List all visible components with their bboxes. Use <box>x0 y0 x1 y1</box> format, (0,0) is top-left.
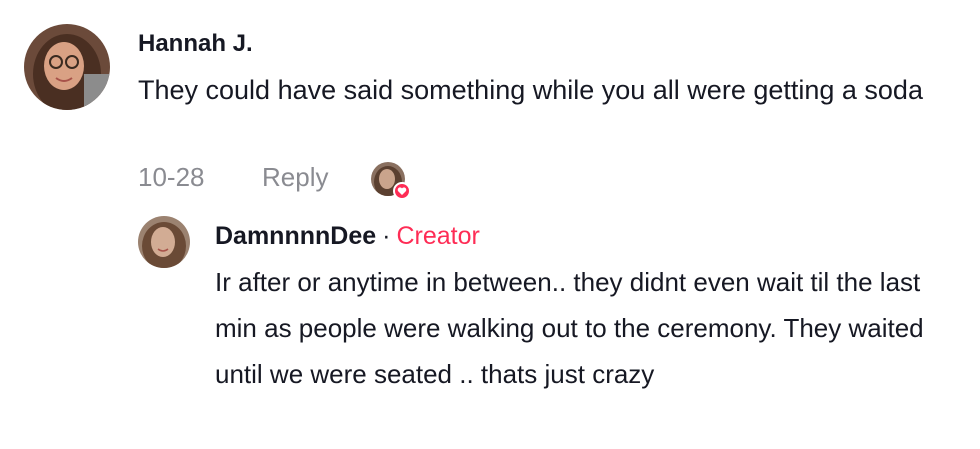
heart-icon <box>393 182 411 200</box>
comment-text: They could have said something while you… <box>138 75 923 105</box>
separator-dot: · <box>382 222 391 250</box>
reply-button[interactable]: Reply <box>262 162 328 193</box>
reply-username[interactable]: DamnnnnDee <box>215 222 376 250</box>
creator-badge: Creator <box>396 222 480 250</box>
comment-date: 10-28 <box>138 162 205 192</box>
liked-by-creator-indicator <box>371 162 413 202</box>
commenter-avatar[interactable] <box>24 24 110 110</box>
reply-header: DamnnnnDee · Creator <box>215 222 480 251</box>
reply-text: Ir after or anytime in between.. they di… <box>215 267 924 389</box>
commenter-username[interactable]: Hannah J. <box>138 30 253 58</box>
reply-author-avatar[interactable] <box>138 216 190 268</box>
